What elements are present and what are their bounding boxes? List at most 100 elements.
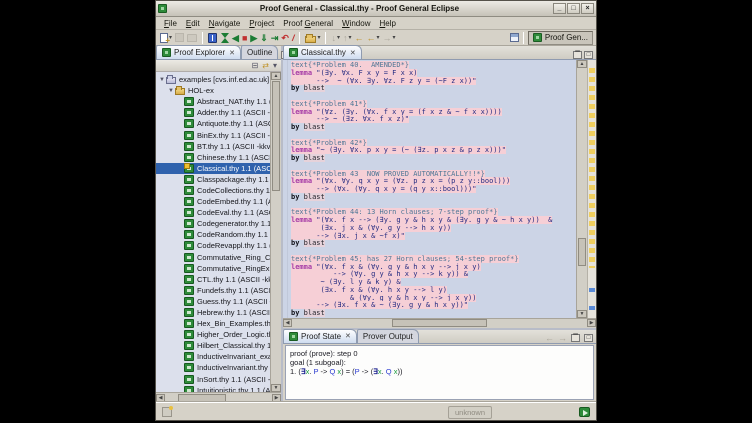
menu-edit[interactable]: Edit	[182, 19, 204, 28]
close-icon[interactable]: ✕	[350, 49, 356, 57]
tree-item-classpackage[interactable]: Classpackage.thy 1.1 (ASCII)	[156, 174, 270, 185]
back-arrow-icon[interactable]: ←	[545, 333, 554, 343]
tab-prover-output[interactable]: Prover Output	[357, 329, 419, 343]
menu-navigate[interactable]: Navigate	[205, 19, 245, 28]
new-wizard-button[interactable]: ▾	[159, 31, 173, 45]
tree-item-higher_order_logic[interactable]: Higher_Order_Logic.thy 1.1	[156, 329, 270, 340]
tree-item-hol-ex[interactable]: ▼HOL-ex	[156, 85, 270, 96]
open-perspective-icon[interactable]	[510, 33, 519, 42]
code-line[interactable]: --> (∀x. (∀y. q x y = (q y x::bool)))"	[291, 186, 576, 194]
source-code[interactable]: text{*Problem 40. AMENDED*}lemma "(∃y. ∀…	[288, 60, 576, 318]
tree-item-hebrew[interactable]: Hebrew.thy 1.1 (ASCII -kkv)	[156, 307, 270, 318]
code-line[interactable]: by blast	[291, 85, 576, 93]
tab-proof-state[interactable]: Proof State ✕	[283, 329, 357, 343]
tree-item-examples[interactable]: ▼examples [cvs.inf.ed.ac.uk]	[156, 74, 270, 85]
tree-item-codeeval[interactable]: CodeEval.thy 1.1 (ASCII)	[156, 207, 270, 218]
retract-file-button[interactable]: ↶	[280, 31, 290, 45]
menu-help[interactable]: Help	[375, 19, 399, 28]
tree-item-binex[interactable]: BinEx.thy 1.1 (ASCII -kkv)	[156, 129, 270, 140]
tree-item-hilbert_classical[interactable]: Hilbert_Classical.thy 1.1	[156, 340, 270, 351]
code-line[interactable]: by blast	[291, 124, 576, 132]
tree-item-guess[interactable]: Guess.thy 1.1 (ASCII -kkv)	[156, 296, 270, 307]
dropdown-caret-icon[interactable]: ▾	[393, 34, 396, 41]
titlebar[interactable]: Proof General - Classical.thy - Proof Ge…	[156, 1, 596, 17]
restart-prover-button[interactable]	[219, 31, 230, 45]
tree-item-classical[interactable]: Classical.thy 1.1 (ASCII -kkv)	[156, 163, 270, 174]
back-history-button[interactable]: ←▾	[366, 31, 381, 45]
tree-vertical-scrollbar[interactable]: ▲ ▼	[270, 72, 281, 392]
activate-script-button[interactable]	[207, 31, 218, 45]
last-edit-location-button[interactable]: ←	[354, 31, 365, 45]
interrupt-prover-button[interactable]: ■	[241, 31, 248, 45]
tree-item-adder[interactable]: Adder.thy 1.1 (ASCII -kkv)	[156, 107, 270, 118]
prover-status-icon[interactable]	[579, 407, 590, 417]
unknown-status-button[interactable]: unknown	[448, 406, 492, 419]
tree-item-abstract_nat[interactable]: Abstract_NAT.thy 1.1 (ASCII -kkv)	[156, 96, 270, 107]
maximize-view-icon[interactable]: □	[584, 51, 593, 59]
code-line[interactable]: by blast	[291, 310, 576, 318]
tree-item-inductiveinvariant[interactable]: InductiveInvariant.thy 1.1	[156, 362, 270, 373]
close-icon[interactable]: ✕	[229, 49, 235, 57]
overview-ruler[interactable]	[587, 60, 596, 318]
dropdown-caret-icon[interactable]: ▾	[337, 34, 340, 41]
tree-item-antiquote[interactable]: Antiquote.thy 1.1 (ASCII -kkv)	[156, 118, 270, 129]
code-line[interactable]: by blast	[291, 240, 576, 248]
close-button[interactable]: ×	[581, 3, 594, 14]
tree-item-ctl[interactable]: CTL.thy 1.1 (ASCII -kkv)	[156, 274, 270, 285]
tree-item-codeembed[interactable]: CodeEmbed.thy 1.1 (ASCII)	[156, 196, 270, 207]
tree-item-codegenerator[interactable]: Codegenerator.thy 1.1	[156, 218, 270, 229]
code-line[interactable]: --> (∃x. j x & ~f x)"	[291, 233, 576, 241]
menu-window[interactable]: Window	[338, 19, 374, 28]
tree-horizontal-scrollbar[interactable]: ◀ ▶	[156, 392, 281, 402]
code-line[interactable]: lemma "~ (∃y. ∀x. p x y = (~ (∃z. p x z …	[291, 147, 576, 155]
menu-proof-general[interactable]: Proof General	[279, 19, 337, 28]
tree-item-codecollections[interactable]: CodeCollections.thy 1.1	[156, 185, 270, 196]
editor-vertical-scrollbar[interactable]: ▲ ▼	[576, 60, 587, 318]
link-with-editor-icon[interactable]: ⇄	[262, 61, 269, 71]
tree-item-bt[interactable]: BT.thy 1.1 (ASCII -kkv)	[156, 141, 270, 152]
tree-item-commutative_ring_complete[interactable]: Commutative_Ring_Complete.thy	[156, 252, 270, 263]
code-line[interactable]: by blast	[291, 155, 576, 163]
edit-pen-button[interactable]: /	[291, 31, 296, 45]
minimize-view-icon[interactable]: ▔	[571, 334, 580, 342]
skip-to-end-button[interactable]: ⇥	[270, 31, 280, 45]
tree-item-hex_bin_examples[interactable]: Hex_Bin_Examples.thy 1.1	[156, 318, 270, 329]
dropdown-caret-icon[interactable]: ▾	[348, 34, 351, 41]
view-menu-icon[interactable]: ▾	[273, 61, 277, 71]
tree-item-inductiveinvariant_examples[interactable]: InductiveInvariant_examples.thy	[156, 351, 270, 362]
tab-proof-explorer[interactable]: Proof Explorer ✕	[156, 45, 241, 59]
dropdown-caret-icon[interactable]: ▾	[317, 34, 320, 41]
code-line[interactable]: --> (∃x. f x & ~ (∃y. g y & h x y))"	[291, 302, 576, 310]
minimize-view-icon[interactable]: ▔	[573, 51, 582, 59]
code-line[interactable]: --> ~ (∀x. ∃y. ∀z. F z y = (~F z x))"	[291, 78, 576, 86]
tab-classical-thy[interactable]: Classical.thy ✕	[283, 45, 362, 59]
next-step-button[interactable]: ▶	[249, 31, 258, 45]
minimize-button[interactable]: _	[553, 3, 566, 14]
collapse-all-icon[interactable]: ⊟	[252, 61, 259, 71]
editor-horizontal-scrollbar[interactable]: ◀ ▶	[283, 318, 596, 328]
tree-item-coderandom[interactable]: CodeRandom.thy 1.1 (ASCII)	[156, 229, 270, 240]
tree-item-commutative_ringex[interactable]: Commutative_RingEx.thy 1.1	[156, 263, 270, 274]
tree-item-label: CTL.thy 1.1 (ASCII -kkv)	[197, 275, 270, 284]
undo-step-button[interactable]: ◀	[231, 31, 240, 45]
maximize-button[interactable]: □	[567, 3, 580, 14]
goto-position-button[interactable]: ⇓	[259, 31, 269, 45]
tree-item-fundefs[interactable]: Fundefs.thy 1.1 (ASCII)	[156, 285, 270, 296]
forward-arrow-icon[interactable]: →	[558, 333, 567, 343]
open-file-button[interactable]: ▾	[304, 31, 321, 45]
tree-item-coderevappl[interactable]: CodeRevappl.thy 1.1 (ASCII)	[156, 240, 270, 251]
menu-file[interactable]: File	[160, 19, 181, 28]
menu-project[interactable]: Project	[245, 19, 278, 28]
tree-item-intuitionistic[interactable]: Intuitionistic.thy 1.1 (ASCII)	[156, 385, 270, 392]
dropdown-caret-icon[interactable]: ▾	[377, 34, 380, 41]
code-line[interactable]: by blast	[291, 194, 576, 202]
expander-icon[interactable]: ▼	[158, 77, 166, 83]
code-line[interactable]: --> ~ (∃z. ∀x. f x z)"	[291, 116, 576, 124]
maximize-view-icon[interactable]: □	[584, 334, 593, 342]
tree-item-chinese[interactable]: Chinese.thy 1.1 (ASCII -kkv)	[156, 152, 270, 163]
tree-item-insort[interactable]: InSort.thy 1.1 (ASCII -kkv)	[156, 374, 270, 385]
close-icon[interactable]: ✕	[345, 332, 351, 340]
expander-icon[interactable]: ▼	[167, 88, 175, 94]
tab-outline[interactable]: Outline	[241, 45, 278, 59]
perspective-proof-general-button[interactable]: Proof Gen...	[528, 31, 593, 45]
